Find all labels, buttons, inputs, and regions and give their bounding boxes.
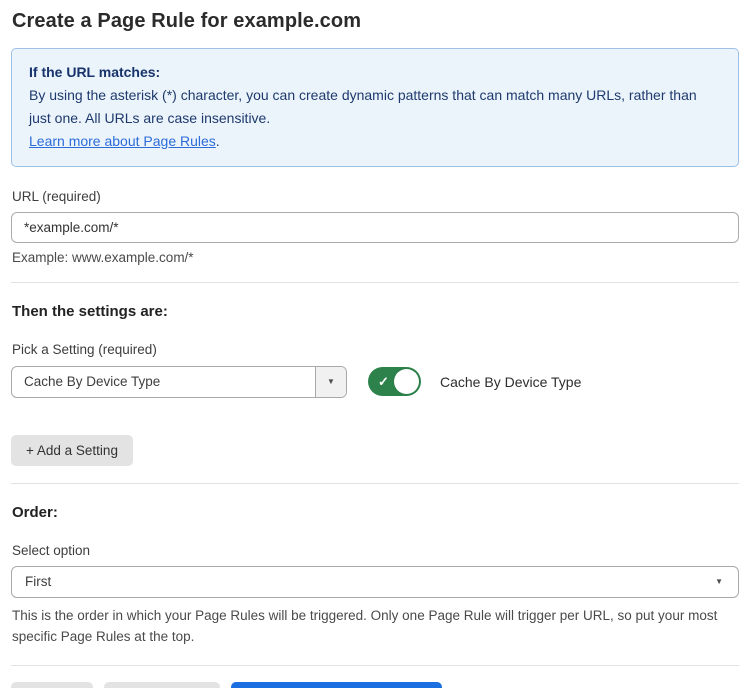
order-select-label: Select option xyxy=(12,543,739,558)
url-field-helper: Example: www.example.com/* xyxy=(12,250,739,265)
footer-button-row: Cancel Save as Draft Save and Deploy Pag… xyxy=(11,682,739,688)
setting-row: Cache By Device Type ▼ ✓ Cache By Device… xyxy=(11,366,739,398)
setting-select-value: Cache By Device Type xyxy=(12,374,315,389)
url-field-label: URL (required) xyxy=(12,189,739,204)
setting-select-arrow-button[interactable]: ▼ xyxy=(315,367,346,397)
check-icon: ✓ xyxy=(378,375,389,388)
url-input[interactable] xyxy=(11,212,739,243)
save-as-draft-button[interactable]: Save as Draft xyxy=(104,682,220,688)
setting-picker-label: Pick a Setting (required) xyxy=(12,342,739,357)
order-section-heading: Order: xyxy=(12,504,739,521)
setting-select[interactable]: Cache By Device Type ▼ xyxy=(11,366,347,398)
create-page-rule-form: Create a Page Rule for example.com If th… xyxy=(0,0,750,688)
url-match-info-box: If the URL matches: By using the asteris… xyxy=(11,48,739,167)
order-select-value: First xyxy=(12,574,738,589)
toggle-knob xyxy=(394,369,419,394)
footer-divider xyxy=(11,665,739,666)
settings-section-heading: Then the settings are: xyxy=(12,303,739,320)
cancel-button[interactable]: Cancel xyxy=(11,682,93,688)
save-and-deploy-button[interactable]: Save and Deploy Page Rule xyxy=(231,682,443,688)
learn-more-link[interactable]: Learn more about Page Rules xyxy=(29,133,216,149)
add-setting-button[interactable]: + Add a Setting xyxy=(11,435,133,466)
order-select[interactable]: First ▼ xyxy=(11,566,739,598)
info-box-link-line: Learn more about Page Rules. xyxy=(29,130,721,153)
info-box-body: By using the asterisk (*) character, you… xyxy=(29,84,705,130)
cache-by-device-type-toggle[interactable]: ✓ xyxy=(368,367,421,396)
page-title: Create a Page Rule for example.com xyxy=(12,10,739,33)
info-box-heading: If the URL matches: xyxy=(29,61,721,84)
section-divider xyxy=(11,282,739,283)
toggle-label: Cache By Device Type xyxy=(440,374,581,390)
link-suffix: . xyxy=(216,133,220,149)
chevron-down-icon: ▼ xyxy=(327,378,335,386)
order-helper-text: This is the order in which your Page Rul… xyxy=(12,605,728,648)
chevron-down-icon: ▼ xyxy=(715,578,723,586)
section-divider xyxy=(11,483,739,484)
